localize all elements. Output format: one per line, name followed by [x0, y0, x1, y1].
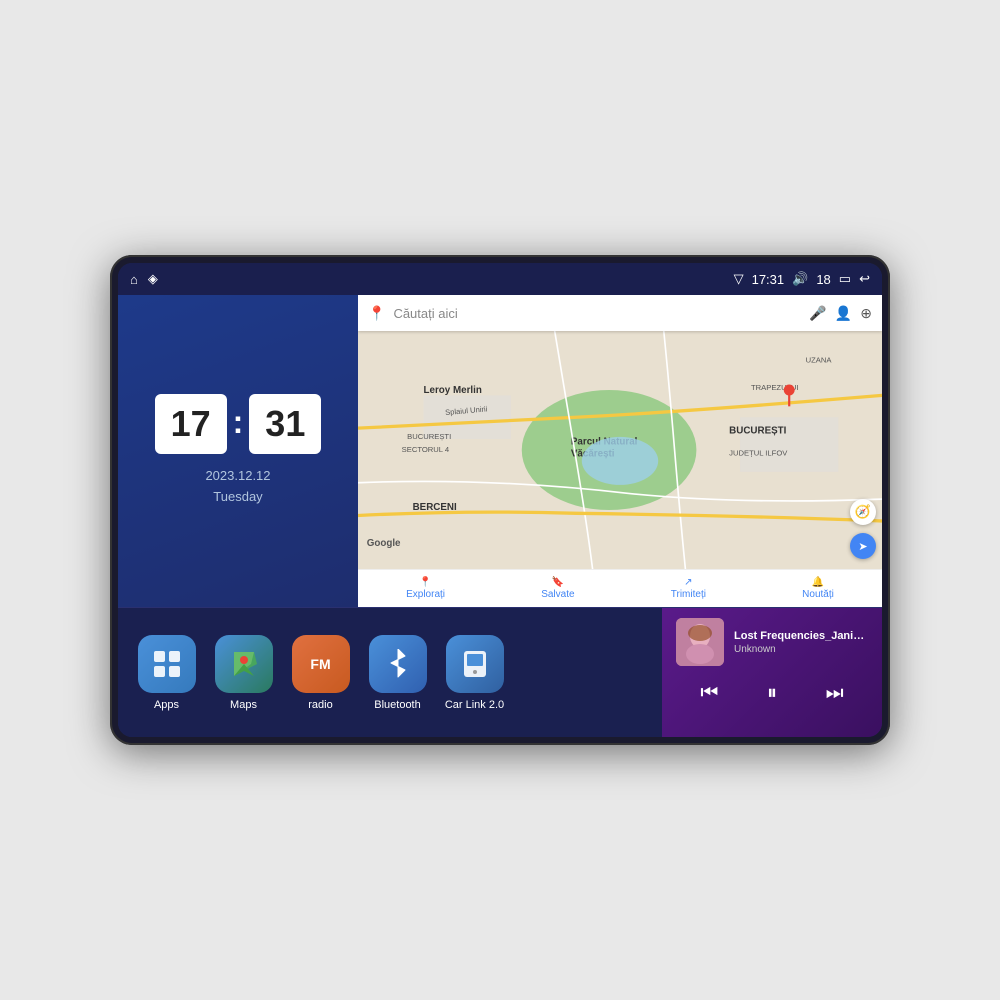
send-label: Trimiteți — [671, 589, 706, 600]
car-display-device: ⌂ ◈ ▽ 17:31 🔊 18 ▭ ↩ 17 : — [110, 255, 890, 745]
music-text: Lost Frequencies_Janieck Devy-... Unknow… — [734, 630, 868, 655]
clock-date: 2023.12.12 Tuesday — [205, 466, 270, 508]
date-value: 2023.12.12 — [205, 468, 270, 483]
music-title: Lost Frequencies_Janieck Devy-... — [734, 630, 868, 642]
map-search-bar[interactable]: 📍 Căutați aici 🎤 👤 ⊕ — [358, 295, 882, 331]
album-art — [676, 618, 724, 666]
maps-pin-icon[interactable]: ◈ — [148, 271, 158, 287]
map-nav-news[interactable]: 🔔 Noutăți — [802, 577, 834, 600]
app-item-carlink[interactable]: Car Link 2.0 — [442, 635, 507, 711]
music-panel: Lost Frequencies_Janieck Devy-... Unknow… — [662, 608, 882, 737]
app-item-bluetooth[interactable]: Bluetooth — [365, 635, 430, 711]
map-search-text[interactable]: Căutați aici — [393, 306, 801, 321]
apps-grid: Apps Maps — [118, 608, 662, 737]
svg-text:BUCUREȘTI: BUCUREȘTI — [729, 426, 787, 437]
status-bar-right: ▽ 17:31 🔊 18 ▭ ↩ — [734, 271, 870, 287]
news-icon: 🔔 — [812, 577, 824, 588]
status-bar-left: ⌂ ◈ — [130, 271, 158, 287]
bluetooth-label: Bluetooth — [374, 699, 420, 711]
map-panel[interactable]: 📍 Căutați aici 🎤 👤 ⊕ — [358, 295, 882, 607]
svg-text:Google: Google — [367, 538, 401, 549]
maps-icon — [215, 635, 273, 693]
music-next-button[interactable]: ⏭ — [818, 678, 852, 709]
carlink-icon — [446, 635, 504, 693]
layers-icon[interactable]: ⊕ — [860, 305, 872, 322]
clock-separator: : — [233, 404, 244, 441]
apps-label: Apps — [154, 699, 179, 711]
explore-icon: 📍 — [419, 577, 431, 588]
clock-hours: 17 — [155, 394, 227, 454]
music-controls: ⏮ ⏸ ⏭ — [676, 678, 868, 709]
navigation-button[interactable]: ➤ — [850, 533, 876, 559]
clock-display: 17 : 31 — [155, 394, 322, 454]
apps-icon — [138, 635, 196, 693]
map-bottom-bar: 📍 Explorați 🔖 Salvate ↗ Trimiteți 🔔 — [358, 569, 882, 607]
music-play-button[interactable]: ⏸ — [759, 678, 785, 709]
app-item-radio[interactable]: FM radio — [288, 635, 353, 711]
saved-label: Salvate — [541, 589, 574, 600]
status-time: 17:31 — [752, 272, 785, 287]
radio-icon: FM — [292, 635, 350, 693]
signal-icon: ▽ — [734, 271, 744, 287]
clock-panel: 17 : 31 2023.12.12 Tuesday — [118, 295, 358, 607]
carlink-label: Car Link 2.0 — [445, 699, 504, 711]
map-nav-send[interactable]: ↗ Trimiteți — [671, 577, 706, 600]
back-icon[interactable]: ↩ — [859, 271, 870, 287]
top-section: 17 : 31 2023.12.12 Tuesday 📍 Căutați aic… — [118, 295, 882, 607]
google-maps-pin-icon: 📍 — [368, 305, 385, 322]
map-search-icons: 🎤 👤 ⊕ — [809, 305, 872, 322]
app-item-maps[interactable]: Maps — [211, 635, 276, 711]
bluetooth-icon — [369, 635, 427, 693]
account-icon[interactable]: 👤 — [835, 305, 852, 322]
svg-text:Leroy Merlin: Leroy Merlin — [424, 385, 482, 396]
compass-button[interactable]: 🧭 — [850, 499, 876, 525]
day-value: Tuesday — [213, 489, 262, 504]
explore-label: Explorați — [406, 589, 445, 600]
map-nav-saved[interactable]: 🔖 Salvate — [541, 577, 574, 600]
music-info: Lost Frequencies_Janieck Devy-... Unknow… — [676, 618, 868, 666]
maps-label: Maps — [230, 699, 257, 711]
battery-icon: ▭ — [839, 271, 851, 287]
music-artist: Unknown — [734, 644, 868, 655]
svg-text:BUCUREȘTI: BUCUREȘTI — [407, 432, 451, 441]
send-icon: ↗ — [684, 577, 692, 588]
home-icon[interactable]: ⌂ — [130, 272, 138, 287]
map-content[interactable]: Parcul Natural Văcărești — [358, 331, 882, 569]
svg-text:JUDEȚUL ILFOV: JUDEȚUL ILFOV — [729, 448, 788, 457]
bottom-section: Apps Maps — [118, 607, 882, 737]
clock-minutes: 31 — [249, 394, 321, 454]
radio-label: radio — [308, 699, 332, 711]
saved-icon: 🔖 — [552, 577, 564, 588]
svg-text:SECTORUL 4: SECTORUL 4 — [402, 445, 450, 454]
status-bar: ⌂ ◈ ▽ 17:31 🔊 18 ▭ ↩ — [118, 263, 882, 295]
news-label: Noutăți — [802, 589, 834, 600]
map-nav-explore[interactable]: 📍 Explorați — [406, 577, 445, 600]
svg-text:UZANA: UZANA — [806, 356, 833, 365]
battery-level: 18 — [816, 272, 830, 287]
main-content: 17 : 31 2023.12.12 Tuesday 📍 Căutați aic… — [118, 295, 882, 737]
svg-text:BERCENI: BERCENI — [413, 502, 457, 513]
app-item-apps[interactable]: Apps — [134, 635, 199, 711]
microphone-icon[interactable]: 🎤 — [809, 305, 826, 322]
device-screen: ⌂ ◈ ▽ 17:31 🔊 18 ▭ ↩ 17 : — [118, 263, 882, 737]
volume-icon: 🔊 — [792, 271, 808, 287]
music-prev-button[interactable]: ⏮ — [692, 678, 726, 709]
